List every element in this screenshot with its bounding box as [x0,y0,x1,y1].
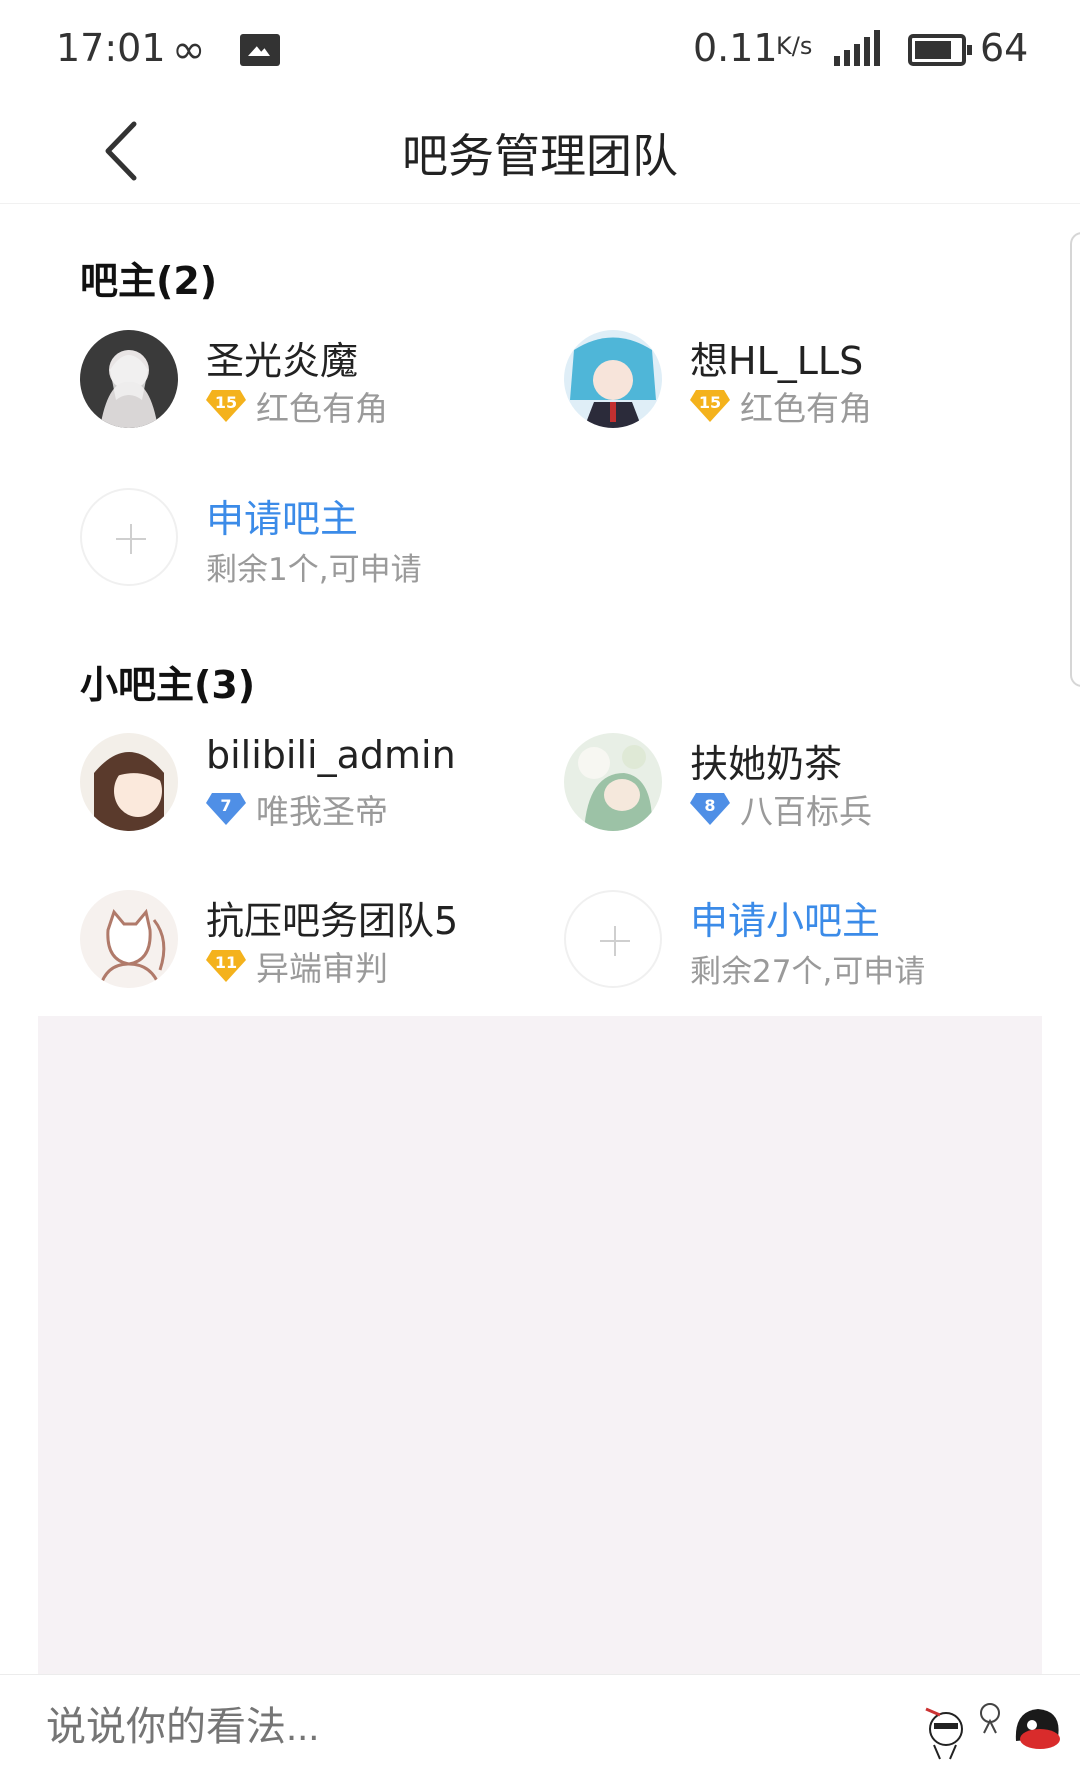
apply-sub-owner-label: 申请小吧主 [690,899,881,943]
member-name: bilibili_admin [206,733,456,777]
level-badge-icon: 15 [206,388,246,422]
member-name: 想HL_LLS [690,339,864,383]
page-title: 吧务管理团队 [402,129,678,183]
level-badge-icon: 11 [206,948,246,982]
level-badge-icon: 8 [690,791,730,825]
empty-content-area [38,1016,1042,1674]
sticker-icon[interactable] [1010,1701,1066,1757]
member-rank: 异端审判 [256,949,388,988]
member-card[interactable]: 想HL_LLS 15 红色有角 [564,330,1024,440]
level-badge-icon: 15 [690,388,730,422]
avatar [564,330,662,428]
avatar [80,733,178,831]
scroll-indicator[interactable] [1070,232,1080,687]
plus-icon [564,890,662,988]
infinity-icon: ∞ [172,27,206,73]
signal-icon [834,30,886,66]
status-time: 17:01 [56,26,166,70]
apply-sub-owner-button[interactable]: 申请小吧主 剩余27个,可申请 [564,890,1024,1000]
network-speed-unit: K/s [776,32,813,60]
sub-owners-section-title: 小吧主(3) [80,663,256,707]
apply-owner-button[interactable]: 申请吧主 剩余1个,可申请 [80,488,540,598]
member-card[interactable]: 扶她奶茶 8 八百标兵 [564,733,1024,843]
sticker-icon[interactable] [920,1701,976,1765]
member-name: 抗压吧务团队5 [206,899,459,943]
member-card[interactable]: 圣光炎魔 15 红色有角 [80,330,540,440]
plus-icon [80,488,178,586]
member-rank: 八百标兵 [740,792,872,831]
apply-owner-label: 申请吧主 [206,497,359,541]
comment-input[interactable] [46,1705,846,1750]
level-badge-icon: 7 [206,791,246,825]
network-speed: 0.11 [693,26,778,70]
status-bar: 17:01 ∞ 0.11 K/s 64 [0,0,1080,100]
avatar [80,330,178,428]
member-card[interactable]: 抗压吧务团队5 11 异端审判 [80,890,540,1000]
nav-bar: 吧务管理团队 [0,100,1080,204]
member-rank: 红色有角 [256,389,388,428]
owners-section-title: 吧主(2) [80,259,218,303]
member-rank: 唯我圣帝 [256,792,388,831]
comment-bar [0,1674,1080,1791]
avatar [80,890,178,988]
member-name: 圣光炎魔 [206,339,359,383]
member-name: 扶她奶茶 [690,742,843,786]
battery-icon [908,34,972,66]
member-card[interactable]: bilibili_admin 7 唯我圣帝 [80,733,540,843]
sticker-icon[interactable] [978,1701,1002,1739]
apply-sub-owner-remaining: 剩余27个,可申请 [690,954,926,990]
battery-level: 64 [980,26,1029,70]
avatar [564,733,662,831]
apply-owner-remaining: 剩余1个,可申请 [206,552,422,588]
image-notification-icon [240,34,280,66]
member-rank: 红色有角 [740,389,872,428]
